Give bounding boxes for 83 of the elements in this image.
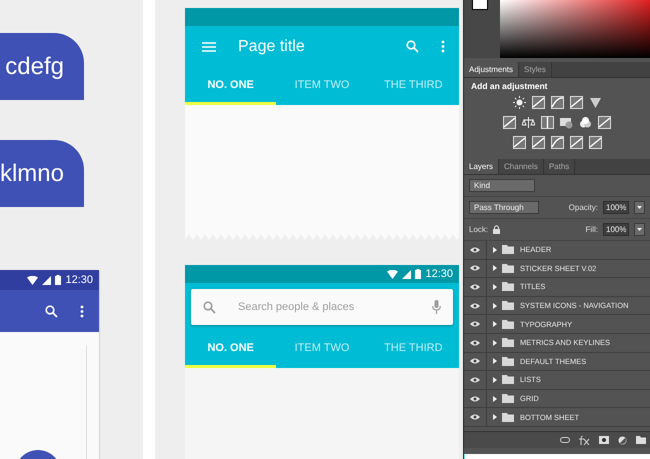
chip: cdefg (0, 33, 84, 100)
adjustment-icon[interactable] (588, 136, 602, 149)
folder-icon (502, 356, 514, 366)
eye-icon[interactable] (470, 358, 480, 364)
adjustment-icon[interactable] (532, 136, 544, 149)
lock-icon[interactable] (493, 225, 500, 234)
fx-icon[interactable] (579, 436, 590, 445)
eye-icon[interactable] (470, 340, 480, 346)
eye-icon[interactable] (470, 246, 480, 253)
adjustment-icon[interactable] (560, 116, 573, 129)
status-time: 12:30 (65, 274, 93, 286)
eye-icon[interactable] (470, 414, 480, 420)
blend-mode-dropdown[interactable]: Pass Through (469, 201, 539, 214)
folder-icon (502, 412, 514, 422)
expand-arrow-icon[interactable] (493, 396, 497, 402)
mask-icon[interactable] (599, 436, 609, 444)
eye-icon[interactable] (470, 396, 480, 402)
signal-icon (42, 276, 52, 284)
opacity-field[interactable]: 100% (603, 201, 629, 214)
folder-icon (502, 320, 514, 329)
expand-arrow-icon[interactable] (493, 376, 497, 383)
eye-icon[interactable] (470, 376, 480, 383)
folder-icon (502, 338, 514, 348)
folder-icon (502, 245, 514, 254)
caret-icon (637, 206, 642, 209)
link-icon[interactable] (560, 437, 570, 444)
adjustment-icon[interactable] (550, 136, 564, 149)
adjustment-icon[interactable] (512, 96, 526, 109)
folder-icon (502, 282, 514, 292)
color-picker-field[interactable] (500, 0, 650, 58)
adjustment-icon[interactable] (588, 96, 602, 109)
panel-heading: Add an adjustment (470, 80, 549, 93)
page-title: Page title (238, 38, 306, 56)
adjustment-icon[interactable] (570, 136, 582, 149)
search-icon[interactable] (45, 304, 58, 318)
lock-label: Lock: (469, 225, 488, 234)
folder-icon (502, 394, 514, 404)
panel-tab[interactable]: Adjustments (464, 62, 520, 77)
signal-icon (402, 270, 412, 278)
fill-field[interactable]: 100% (603, 223, 629, 236)
expand-arrow-icon[interactable] (493, 340, 497, 346)
more-icon[interactable] (80, 304, 84, 318)
expand-arrow-icon[interactable] (493, 246, 497, 253)
dropdown-button[interactable] (634, 201, 645, 214)
microphone-icon[interactable] (432, 300, 441, 314)
adjustment-icon[interactable] (579, 116, 592, 129)
panel-tab[interactable]: Layers (464, 159, 500, 174)
adjustment-icon[interactable] (598, 116, 611, 129)
expand-arrow-icon[interactable] (493, 265, 497, 272)
expand-arrow-icon[interactable] (493, 284, 497, 290)
adjustment-icon[interactable] (532, 96, 544, 109)
folder-icon (502, 301, 514, 310)
eye-icon[interactable] (470, 321, 480, 328)
folder-icon (502, 375, 514, 384)
eye-icon[interactable] (470, 265, 480, 272)
adjustment-icon[interactable] (570, 96, 582, 109)
expand-arrow-icon[interactable] (493, 321, 497, 328)
dropdown-button[interactable] (634, 223, 645, 236)
folder-icon (502, 264, 514, 273)
wifi-icon (27, 276, 38, 284)
filter-dropdown[interactable]: Kind (469, 179, 535, 192)
caret-icon (637, 228, 642, 231)
wifi-icon (387, 270, 398, 278)
expand-arrow-icon[interactable] (493, 414, 497, 420)
eye-icon[interactable] (470, 284, 480, 290)
adjustment-icon[interactable] (522, 116, 535, 129)
half-circle-icon[interactable] (618, 436, 627, 445)
expand-arrow-icon[interactable] (493, 302, 497, 309)
adjustment-icon[interactable] (503, 116, 516, 129)
opacity-label: Opacity: (568, 203, 598, 212)
fill-label: Fill: (586, 225, 598, 234)
search-input[interactable]: Search people & places (236, 300, 412, 314)
adjustment-icon[interactable] (541, 116, 554, 129)
chip: klmno (0, 140, 84, 207)
eye-icon[interactable] (470, 302, 480, 309)
adjustment-icon[interactable] (550, 96, 564, 109)
battery-icon (415, 269, 422, 279)
folder-icon[interactable] (636, 436, 646, 444)
adjustment-icon[interactable] (512, 136, 526, 149)
search-bar[interactable]: Search people & places (191, 289, 453, 325)
status-time: 12:30 (425, 268, 453, 280)
battery-icon (55, 275, 62, 285)
expand-arrow-icon[interactable] (493, 358, 497, 364)
